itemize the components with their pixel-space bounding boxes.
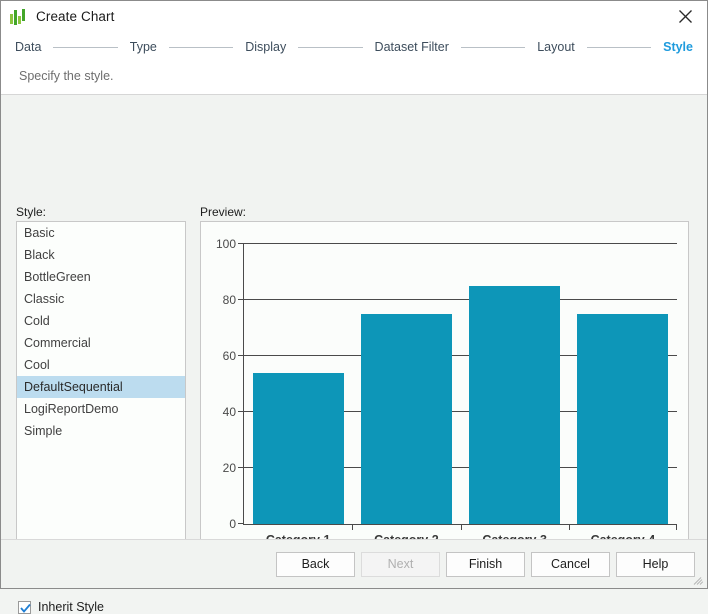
cancel-button[interactable]: Cancel bbox=[531, 552, 610, 577]
instruction-text: Specify the style. bbox=[1, 62, 707, 94]
y-axis-tick-mark bbox=[238, 523, 243, 524]
wizard-step-layout[interactable]: Layout bbox=[537, 40, 575, 54]
bar-chart-icon bbox=[10, 8, 28, 26]
style-item-defaultsequential[interactable]: DefaultSequential bbox=[17, 376, 185, 398]
step-separator bbox=[53, 47, 117, 48]
finish-button[interactable]: Finish bbox=[446, 552, 525, 577]
wizard-steps: Data Type Display Dataset Filter Layout … bbox=[1, 32, 707, 62]
back-button[interactable]: Back bbox=[276, 552, 355, 577]
y-axis-tick-label: 80 bbox=[223, 293, 236, 307]
step-separator bbox=[298, 47, 362, 48]
inherit-style-checkbox-row[interactable]: Inherit Style bbox=[18, 600, 104, 614]
resize-grip[interactable] bbox=[692, 573, 705, 586]
step-separator bbox=[587, 47, 651, 48]
style-item-classic[interactable]: Classic bbox=[17, 288, 185, 310]
window-title: Create Chart bbox=[36, 9, 114, 24]
bar[interactable] bbox=[469, 286, 560, 524]
bar-chart: 020406080100 Category 1Category 2Categor… bbox=[201, 222, 688, 583]
inherit-style-label: Inherit Style bbox=[38, 600, 104, 614]
style-item-commercial[interactable]: Commercial bbox=[17, 332, 185, 354]
bar-cell bbox=[569, 244, 677, 524]
x-axis-tick-mark bbox=[461, 524, 462, 530]
bar[interactable] bbox=[577, 314, 668, 524]
y-axis-tick-label: 40 bbox=[223, 405, 236, 419]
style-list[interactable]: Basic Black BottleGreen Classic Cold Com… bbox=[16, 221, 186, 584]
dialog-body: Style: Preview: Basic Black BottleGreen … bbox=[1, 95, 707, 588]
y-axis-tick-mark bbox=[238, 355, 243, 356]
preview-label: Preview: bbox=[200, 205, 246, 219]
style-item-basic[interactable]: Basic bbox=[17, 222, 185, 244]
style-item-cold[interactable]: Cold bbox=[17, 310, 185, 332]
title-bar: Create Chart bbox=[1, 1, 707, 32]
style-list-label: Style: bbox=[16, 205, 46, 219]
y-axis-tick-mark bbox=[238, 243, 243, 244]
help-button[interactable]: Help bbox=[616, 552, 695, 577]
y-axis-tick-mark bbox=[238, 411, 243, 412]
close-glyph bbox=[678, 9, 693, 24]
style-item-logireportdemo[interactable]: LogiReportDemo bbox=[17, 398, 185, 420]
y-axis-tick-label: 100 bbox=[216, 237, 236, 251]
chart-preview-panel: 020406080100 Category 1Category 2Categor… bbox=[200, 221, 689, 584]
y-axis-tick-mark bbox=[238, 299, 243, 300]
bar[interactable] bbox=[253, 373, 344, 524]
style-item-black[interactable]: Black bbox=[17, 244, 185, 266]
inherit-style-checkbox[interactable] bbox=[18, 601, 31, 614]
wizard-header: Data Type Display Dataset Filter Layout … bbox=[1, 32, 707, 95]
chart-plot-area: 020406080100 Category 1Category 2Categor… bbox=[243, 244, 677, 524]
style-item-simple[interactable]: Simple bbox=[17, 420, 185, 442]
bar[interactable] bbox=[361, 314, 452, 524]
wizard-step-display[interactable]: Display bbox=[245, 40, 286, 54]
x-axis-tick-mark bbox=[676, 524, 677, 530]
style-item-bottlegreen[interactable]: BottleGreen bbox=[17, 266, 185, 288]
y-axis-tick-label: 20 bbox=[223, 461, 236, 475]
y-axis-tick-label: 60 bbox=[223, 349, 236, 363]
create-chart-dialog: Create Chart Data Type Display Dataset F… bbox=[0, 0, 708, 589]
x-axis-tick-mark bbox=[352, 524, 353, 530]
dialog-footer: Back Next Finish Cancel Help bbox=[1, 539, 707, 588]
y-axis-tick-label: 0 bbox=[229, 517, 236, 531]
close-icon[interactable] bbox=[663, 1, 707, 32]
bar-cell bbox=[352, 244, 460, 524]
wizard-step-data[interactable]: Data bbox=[15, 40, 41, 54]
x-axis-tick-mark bbox=[569, 524, 570, 530]
wizard-step-style[interactable]: Style bbox=[663, 40, 693, 54]
step-separator bbox=[461, 47, 525, 48]
check-icon bbox=[20, 603, 31, 614]
wizard-step-type[interactable]: Type bbox=[130, 40, 157, 54]
wizard-step-dataset-filter[interactable]: Dataset Filter bbox=[375, 40, 449, 54]
style-item-cool[interactable]: Cool bbox=[17, 354, 185, 376]
bar-cell bbox=[461, 244, 569, 524]
step-separator bbox=[169, 47, 233, 48]
next-button: Next bbox=[361, 552, 440, 577]
chart-bars bbox=[244, 244, 677, 524]
bar-cell bbox=[244, 244, 352, 524]
y-axis-tick-mark bbox=[238, 467, 243, 468]
